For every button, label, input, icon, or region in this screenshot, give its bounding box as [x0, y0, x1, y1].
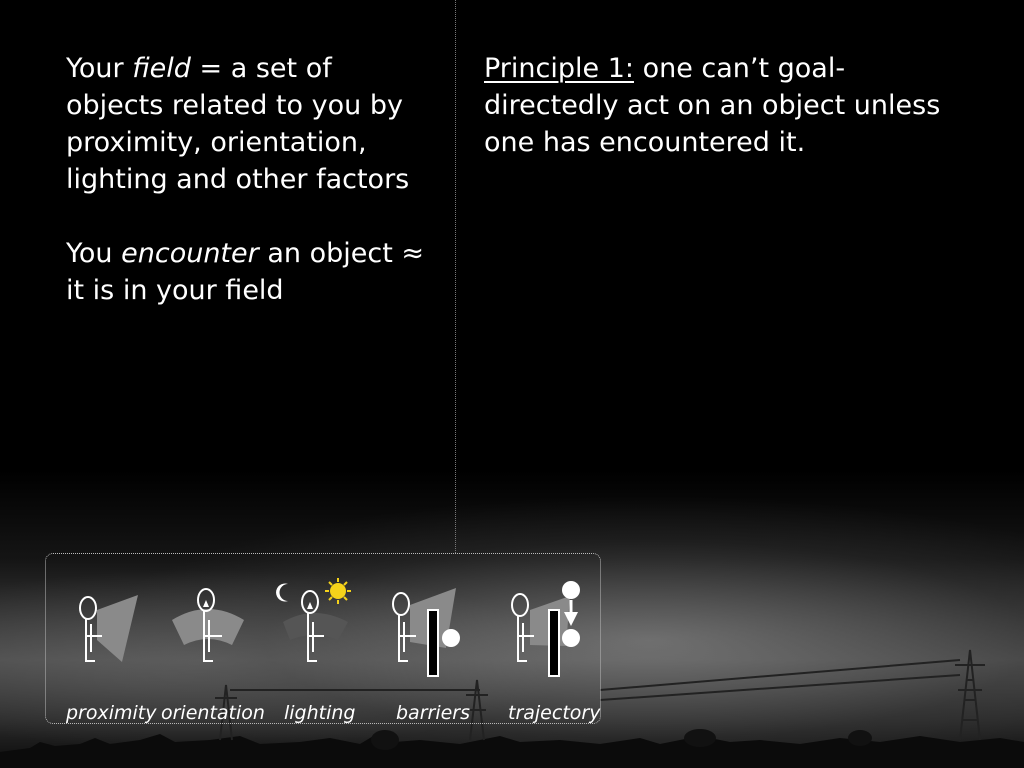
- trajectory-icon: [511, 581, 580, 677]
- caption-orientation: orientation: [161, 702, 265, 724]
- sun-icon: [325, 578, 351, 604]
- factors-icons: [79, 578, 580, 677]
- caption-proximity: proximity: [66, 702, 157, 724]
- caption-trajectory: trajectory: [508, 702, 601, 724]
- caption-barriers: barriers: [396, 702, 471, 724]
- caption-lighting: lighting: [284, 702, 356, 724]
- barriers-icon: [392, 588, 460, 677]
- proximity-icon: [79, 595, 138, 662]
- orientation-icon: [172, 588, 244, 662]
- lighting-icon: [276, 578, 351, 662]
